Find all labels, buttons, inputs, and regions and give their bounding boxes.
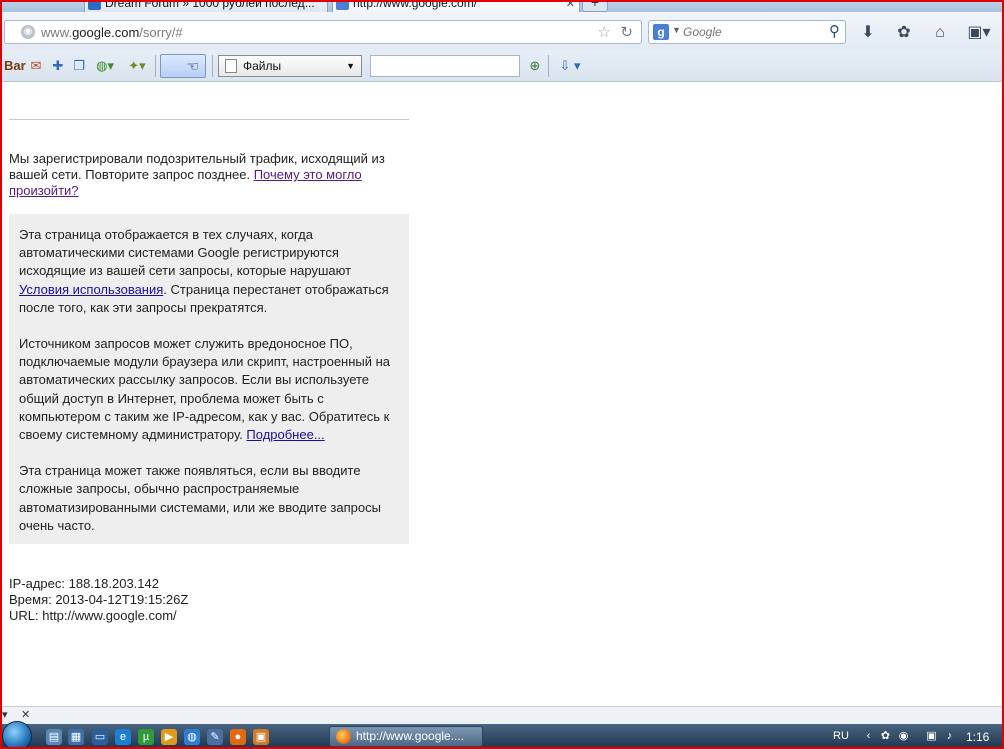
explanation-paragraph-3: Эта страница может также появляться, есл…: [19, 462, 399, 535]
reload-icon[interactable]: ↻: [620, 23, 633, 41]
explorer-icon[interactable]: ▤: [46, 729, 62, 745]
utorrent-icon[interactable]: µ: [138, 729, 154, 745]
close-tab-icon[interactable]: ✕: [566, 0, 575, 12]
search-bar[interactable]: g ▼ ⚲: [648, 20, 846, 44]
taskbar-firefox-window[interactable]: http://www.google....: [329, 726, 483, 747]
extension-toolbar: Bar ✉ ✚ ❐ ◍▾ ✦▾ ☜ Файлы ▼ ⊕ ⇩ ▾: [0, 50, 1004, 82]
url-line: URL: http://www.google.com/: [9, 608, 177, 623]
url-prefix: www.: [41, 25, 73, 40]
internet-explorer-icon[interactable]: e: [115, 729, 131, 745]
volume-icon[interactable]: ♪: [943, 730, 956, 743]
addon-icon[interactable]: ✿: [893, 23, 915, 43]
files-dropdown-label: Файлы: [243, 59, 282, 73]
paragraph-text: Источником запросов может служить вредон…: [19, 336, 391, 443]
network-status-icon[interactable]: ▣: [925, 730, 938, 743]
start-button[interactable]: [2, 721, 32, 749]
timestamp-line: Время: 2013-04-12T19:15:26Z: [9, 592, 189, 607]
url-text[interactable]: www.google.com/sorry/#: [41, 25, 183, 40]
google-favicon-icon: [336, 0, 349, 10]
forum-favicon-icon: [88, 0, 101, 10]
tab-strip: Dream Forum » 1000 рублей послед... http…: [0, 0, 1004, 12]
tab-label: Dream Forum » 1000 рублей послед...: [105, 0, 315, 10]
bookmarks-menu-icon[interactable]: ▣▾: [965, 23, 993, 43]
tab-google[interactable]: http://www.google.com/ ✕: [332, 0, 580, 12]
media-player-icon[interactable]: ▶: [161, 729, 177, 745]
network-icon[interactable]: ▦: [68, 729, 84, 745]
document-icon: [225, 59, 237, 73]
taskbar-window-label: http://www.google....: [356, 729, 465, 743]
explanation-paragraph-2: Источником запросов может служить вредон…: [19, 335, 399, 444]
globe-menu-icon[interactable]: ◍▾: [92, 57, 118, 75]
download-menu-icon[interactable]: ⇩ ▾: [554, 57, 586, 75]
url-bar[interactable]: ◉ www.google.com/sorry/# ☆ ↻: [4, 20, 642, 44]
add-icon[interactable]: ✚: [49, 57, 67, 75]
firefox-icon[interactable]: ●: [230, 729, 246, 745]
scroll-down-icon[interactable]: ▾: [2, 708, 8, 721]
globe-icon[interactable]: ◍: [184, 729, 200, 745]
tab-label: http://www.google.com/: [353, 0, 478, 10]
url-domain: google.com: [72, 25, 140, 40]
tool-icon[interactable]: ✎: [207, 729, 223, 745]
navigation-bar: ◉ www.google.com/sorry/# ☆ ↻ g ▼ ⚲ ⬇ ✿ ⌂…: [0, 12, 1004, 50]
plus-icon: +: [590, 0, 600, 10]
close-findbar-icon[interactable]: ✕: [21, 708, 30, 721]
mail-icon[interactable]: ✉: [27, 57, 45, 75]
language-indicator[interactable]: RU: [833, 730, 849, 742]
ip-address-line: IP-адрес: 188.18.203.142: [9, 576, 159, 591]
explanation-paragraph-1: Эта страница отображается в тех случаях,…: [19, 226, 399, 317]
bookmark-star-icon[interactable]: ☆: [598, 23, 611, 41]
toolbar-divider: [212, 55, 213, 77]
request-info: IP-адрес: 188.18.203.142 Время: 2013-04-…: [9, 576, 188, 624]
search-go-icon[interactable]: ⊕: [526, 57, 544, 75]
tray-app-icon[interactable]: ✿: [879, 730, 892, 743]
terms-of-service-link[interactable]: Условия использования: [19, 282, 163, 297]
toolbar-bar-label[interactable]: Bar: [4, 58, 26, 73]
taskbar: ▤ ▦ ▭ e µ ▶ ◍ ✎ ● ▣ http://www.google...…: [0, 721, 1004, 749]
home-icon[interactable]: ⌂: [929, 23, 951, 43]
new-tab-button[interactable]: +: [582, 0, 608, 12]
download-arrow-icon[interactable]: ⬇: [857, 23, 879, 43]
tab-dream-forum[interactable]: Dream Forum » 1000 рублей послед...: [84, 0, 328, 12]
hand-icon: ☜: [186, 58, 199, 74]
archive-icon[interactable]: ▣: [253, 729, 269, 745]
google-icon[interactable]: g: [653, 24, 669, 40]
search-input[interactable]: [683, 24, 823, 40]
toolbar-divider: [548, 55, 549, 77]
tray-app-icon[interactable]: ◉: [897, 730, 910, 743]
tray-expand-icon[interactable]: ‹: [862, 730, 875, 743]
search-icon[interactable]: ⚲: [829, 22, 840, 40]
hand-tool-button[interactable]: ☜: [160, 54, 206, 78]
tools-menu-icon[interactable]: ✦▾: [124, 57, 150, 75]
clock[interactable]: 1:16: [966, 730, 989, 744]
chevron-down-icon: ▼: [346, 61, 355, 71]
paragraph-text: Эта страница отображается в тех случаях,…: [19, 227, 352, 279]
files-dropdown[interactable]: Файлы ▼: [218, 55, 362, 77]
paragraph-text: Эта страница может также появляться, есл…: [19, 463, 381, 533]
find-bar: ▾ ✕: [0, 706, 1004, 724]
url-path: /sorry/#: [139, 25, 183, 40]
windows-icon[interactable]: ❐: [70, 57, 88, 75]
desktop-icon[interactable]: ▭: [92, 729, 108, 745]
globe-icon: ◉: [21, 25, 35, 39]
explanation-box: Эта страница отображается в тех случаях,…: [9, 214, 409, 544]
toolbar-search-input[interactable]: [370, 55, 520, 77]
toolbar-divider: [155, 55, 156, 77]
lead-message: Мы зарегистрировали подозрительный трафи…: [9, 151, 409, 199]
header-divider: [9, 119, 409, 120]
chevron-down-icon[interactable]: ▼: [672, 25, 681, 35]
more-info-link[interactable]: Подробнее...: [246, 427, 324, 442]
firefox-icon: [336, 729, 351, 744]
